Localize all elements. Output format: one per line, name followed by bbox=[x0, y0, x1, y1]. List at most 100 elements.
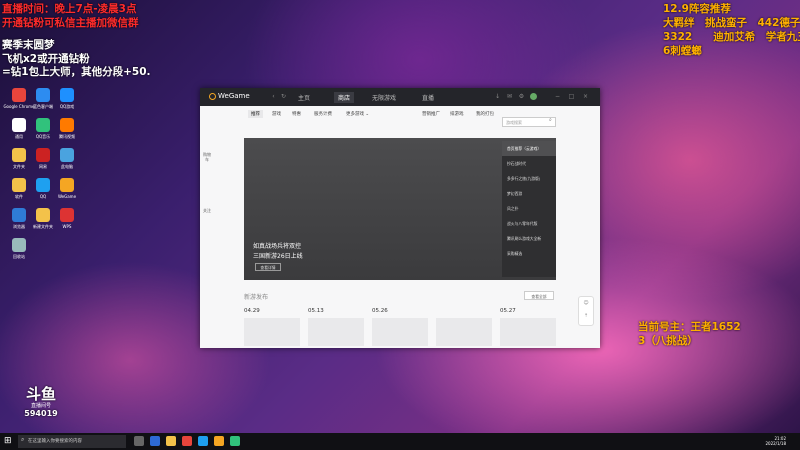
subnav-games[interactable]: 游戏 bbox=[272, 111, 281, 117]
banner-title: 如真战场兵将双控 bbox=[253, 243, 302, 250]
subnav-recommend[interactable]: 推荐 bbox=[248, 110, 263, 118]
app-icon bbox=[36, 88, 50, 102]
tab-store[interactable]: 商店 bbox=[334, 92, 355, 103]
lineup-title: 12.9阵容推荐 bbox=[663, 3, 731, 15]
desktop-icon[interactable]: 回收站 bbox=[2, 238, 36, 270]
app-title: WeGame bbox=[218, 92, 250, 100]
promo-item[interactable]: 多多行之旅(九游版) bbox=[502, 171, 556, 186]
lineup-line2: 3322 迪加艾希 学者九五 bbox=[663, 31, 800, 43]
clock[interactable]: 21:02 2022/1/18 bbox=[765, 436, 786, 446]
edge-icon[interactable] bbox=[150, 436, 160, 446]
release-date: 05.27 bbox=[500, 308, 516, 314]
download-icon[interactable]: ↓ bbox=[494, 93, 501, 100]
stream-schedule-text: 直播时间：晚上7点-凌晨3点 bbox=[2, 3, 137, 15]
app-icon bbox=[36, 148, 50, 162]
app-icon bbox=[60, 118, 74, 132]
desktop-icon[interactable]: 腾讯视频 bbox=[50, 118, 84, 150]
feedback-icon[interactable]: ☺ bbox=[579, 297, 593, 310]
clock-date: 2022/1/18 bbox=[765, 441, 786, 446]
season-line1: 飞机x2或开通钻粉 bbox=[2, 53, 90, 65]
app-icon bbox=[60, 208, 74, 222]
douyu-watermark: 斗鱼 直播间号 594019 bbox=[22, 386, 60, 426]
season-title: 赛季末圆梦 bbox=[2, 39, 55, 51]
release-date: 05.13 bbox=[308, 308, 324, 314]
side-follow[interactable]: 关注 bbox=[202, 208, 212, 213]
desktop-icon[interactable]: WPS bbox=[50, 208, 84, 240]
promo-item[interactable]: 抄石战时代 bbox=[502, 156, 556, 171]
wegame-logo-icon bbox=[209, 92, 216, 100]
tab-cloud-games[interactable]: 无限游戏 bbox=[368, 92, 400, 103]
top-icon[interactable]: ⇡ bbox=[579, 310, 593, 323]
promo-item[interactable]: 战火与八零年代版 bbox=[502, 216, 556, 231]
promo-item[interactable]: 首页推荐（云游戏） bbox=[502, 141, 556, 156]
subnav-promo[interactable]: 营销推广 bbox=[422, 111, 440, 117]
task-view-icon[interactable] bbox=[134, 436, 144, 446]
title-bar: WeGame ‹ ↻ 主页 商店 无限游戏 直播 ↓ ✉ ⚙ − □ × bbox=[200, 88, 600, 106]
avatar[interactable] bbox=[530, 93, 537, 100]
app-icon bbox=[12, 88, 26, 102]
wegame-window: WeGame ‹ ↻ 主页 商店 无限游戏 直播 ↓ ✉ ⚙ − □ × 推荐 … bbox=[200, 88, 600, 348]
desktop-icon[interactable]: QQ游戏 bbox=[50, 88, 84, 120]
promo-item[interactable]: 风之扑 bbox=[502, 201, 556, 216]
promo-item[interactable]: 腾讯刷么游戏大全新 bbox=[502, 231, 556, 246]
desktop-icon-label: 腾讯视频 bbox=[59, 134, 75, 139]
room-label: 直播间号 bbox=[30, 403, 51, 409]
desktop-icon-label: WPS bbox=[62, 224, 72, 229]
desktop-icon[interactable]: WeGame bbox=[50, 178, 84, 210]
subnav-rank[interactable]: 排游戏 bbox=[450, 111, 464, 117]
desktop-icon-label: WeGame bbox=[57, 194, 77, 199]
tab-home[interactable]: 主页 bbox=[294, 92, 314, 103]
taskbar-search-input[interactable]: 在这里输入你要搜索的内容 bbox=[18, 435, 126, 448]
promo-item[interactable]: 采购精选 bbox=[502, 246, 556, 261]
back-icon[interactable]: ‹ bbox=[270, 93, 277, 100]
release-date: 04.29 bbox=[244, 308, 260, 314]
game-card[interactable] bbox=[372, 318, 428, 346]
app-icon bbox=[60, 148, 74, 162]
promo-item[interactable]: 梦幻西游 bbox=[502, 186, 556, 201]
douyu-logo: 斗鱼 bbox=[25, 385, 56, 403]
app-icon bbox=[12, 178, 26, 192]
app-icon bbox=[12, 208, 26, 222]
lineup-line1: 大羁绊 挑战蛮子 442德子 bbox=[663, 17, 800, 29]
game-card[interactable] bbox=[244, 318, 300, 346]
app-icon bbox=[12, 148, 26, 162]
subnav-deals[interactable]: 特惠 bbox=[292, 111, 301, 117]
subnav-mine[interactable]: 我的打包 bbox=[476, 111, 494, 117]
app-icon bbox=[12, 238, 26, 252]
release-date: 05.26 bbox=[372, 308, 388, 314]
game-card[interactable] bbox=[436, 318, 492, 346]
subnav-service[interactable]: 服务计费 bbox=[314, 111, 332, 117]
floating-side-tools[interactable]: ☺ ⇡ bbox=[578, 296, 594, 326]
chrome-icon[interactable] bbox=[182, 436, 192, 446]
start-icon[interactable]: ⊞ bbox=[4, 436, 12, 446]
app-icon bbox=[36, 178, 50, 192]
search-icon[interactable]: ⌕ bbox=[549, 117, 552, 123]
store-search-input[interactable]: 游戏搜索 bbox=[502, 117, 556, 127]
banner-detail-button[interactable]: 查看详情 bbox=[255, 263, 281, 271]
game-card[interactable] bbox=[308, 318, 364, 346]
game-card[interactable] bbox=[500, 318, 556, 346]
minimize-icon[interactable]: − bbox=[554, 93, 561, 100]
tab-live[interactable]: 直播 bbox=[418, 92, 438, 103]
wegame-logo[interactable]: WeGame bbox=[209, 92, 250, 100]
close-icon[interactable]: × bbox=[582, 93, 589, 100]
featured-banner[interactable]: 如真战场兵将双控 三国新游26日上线 查看详情 首页推荐（云游戏） 抄石战时代 … bbox=[244, 138, 556, 280]
qq-icon[interactable] bbox=[198, 436, 208, 446]
season-line2: =钻1包上大师，其他分段+50. bbox=[2, 66, 151, 78]
maximize-icon[interactable]: □ bbox=[568, 93, 575, 100]
refresh-icon[interactable]: ↻ bbox=[280, 93, 287, 100]
wegame-taskbar-icon[interactable] bbox=[214, 436, 224, 446]
desktop-icon-label: 回收站 bbox=[13, 254, 25, 259]
side-cart[interactable]: 购物车 bbox=[202, 152, 212, 162]
search-icon: ⌕ bbox=[21, 436, 25, 443]
explorer-icon[interactable] bbox=[166, 436, 176, 446]
app-icon[interactable] bbox=[230, 436, 240, 446]
app-icon bbox=[60, 88, 74, 102]
subnav-more[interactable]: 更多游戏 ⌄ bbox=[346, 111, 369, 117]
message-icon[interactable]: ✉ bbox=[506, 93, 513, 100]
desktop-icon-label: QQ游戏 bbox=[59, 104, 75, 109]
settings-icon[interactable]: ⚙ bbox=[518, 93, 525, 100]
view-all-button[interactable]: 查看全部 bbox=[524, 291, 554, 300]
desktop-icon[interactable]: 此电脑 bbox=[50, 148, 84, 180]
app-icon bbox=[36, 118, 50, 132]
